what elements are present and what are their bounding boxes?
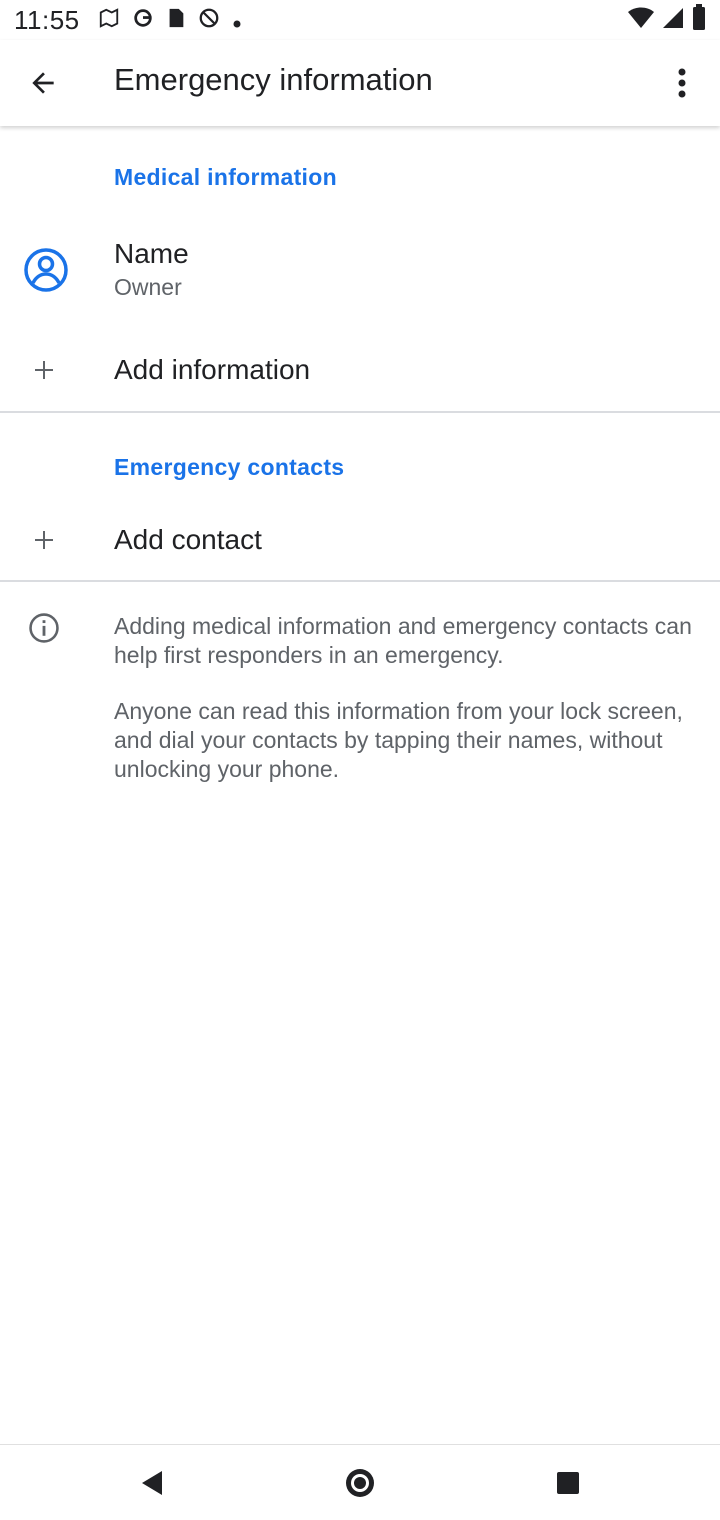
back-button[interactable] xyxy=(22,62,64,104)
info-paragraph-1: Adding medical information and emergency… xyxy=(114,613,692,668)
add-contact-label: Add contact xyxy=(114,524,262,555)
add-contact-row[interactable]: Add contact xyxy=(0,502,720,578)
nav-back-button[interactable] xyxy=(128,1459,176,1507)
back-triangle-icon xyxy=(142,1471,162,1495)
divider xyxy=(0,411,720,413)
app-bar: Emergency information xyxy=(0,40,720,126)
status-time: 11:55 xyxy=(14,4,80,35)
maps-icon xyxy=(98,5,120,36)
add-icon xyxy=(30,356,58,384)
status-system-icons xyxy=(628,3,706,37)
add-information-row[interactable]: Add information xyxy=(0,330,720,410)
page-title: Emergency information xyxy=(114,62,433,97)
status-notification-icons xyxy=(98,5,242,36)
medical-section-header: Medical information xyxy=(114,164,337,190)
system-nav-bar xyxy=(0,1444,720,1520)
home-circle-icon xyxy=(346,1469,374,1497)
arrow-back-icon xyxy=(32,72,54,94)
more-options-button[interactable] xyxy=(662,60,702,106)
recents-square-icon xyxy=(557,1472,579,1494)
nav-recents-button[interactable] xyxy=(544,1459,592,1507)
sim-card-icon xyxy=(166,5,186,36)
battery-icon xyxy=(692,3,706,37)
add-icon xyxy=(30,526,58,554)
wifi-icon xyxy=(628,5,654,36)
dot-icon xyxy=(232,5,242,36)
status-bar: 11:55 xyxy=(0,0,720,40)
name-row[interactable]: Name Owner xyxy=(0,222,720,322)
contacts-section-header: Emergency contacts xyxy=(114,454,345,480)
name-title: Name xyxy=(114,238,189,269)
divider xyxy=(0,580,720,582)
account-circle-icon xyxy=(20,244,72,296)
do-not-disturb-icon xyxy=(198,5,220,36)
info-icon xyxy=(26,610,62,646)
nav-home-button[interactable] xyxy=(336,1459,384,1507)
signal-icon xyxy=(662,5,684,36)
info-paragraph-2: Anyone can read this information from yo… xyxy=(114,698,683,782)
add-information-label: Add information xyxy=(114,354,311,385)
name-value: Owner xyxy=(114,274,182,300)
more-vert-icon xyxy=(678,68,686,98)
google-icon xyxy=(132,5,154,36)
